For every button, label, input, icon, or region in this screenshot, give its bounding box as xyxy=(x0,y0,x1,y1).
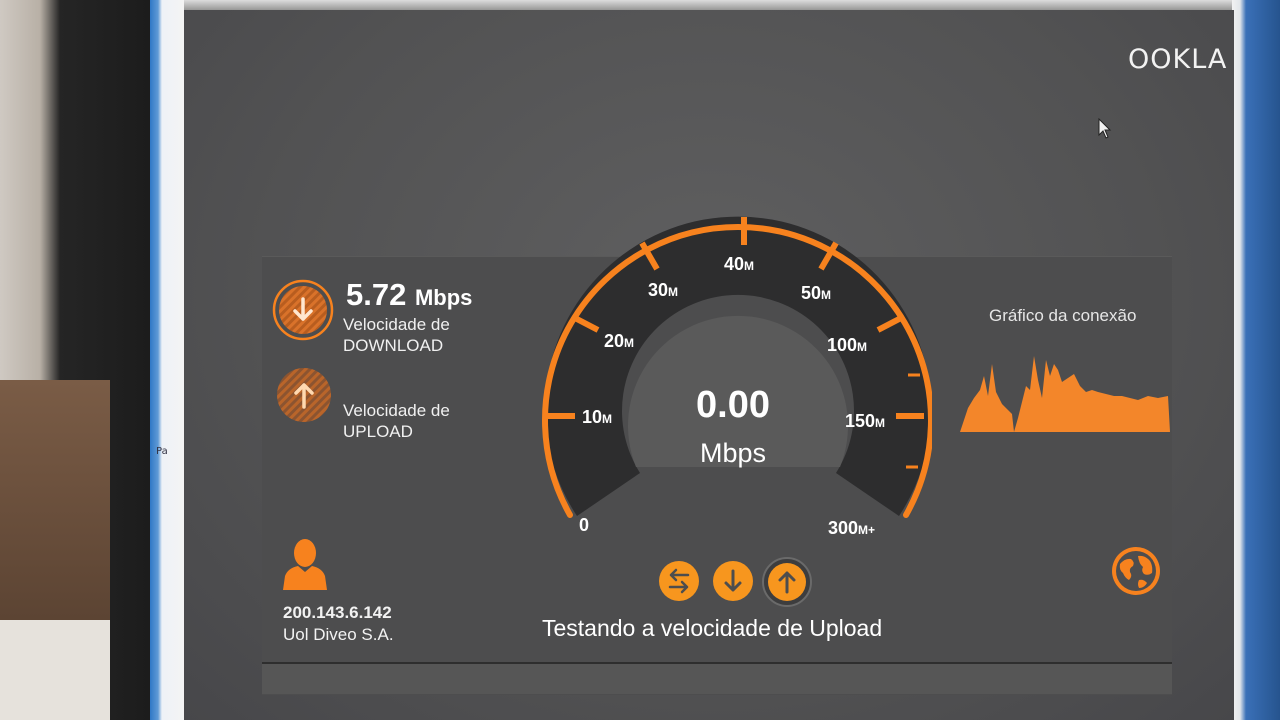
test-status-text: Testando a velocidade de Upload xyxy=(542,615,883,641)
gauge-tick-label: 50M xyxy=(801,283,832,303)
gauge-speed-unit: Mbps xyxy=(699,438,767,468)
panel-footer xyxy=(262,664,1172,694)
download-icon xyxy=(272,279,334,341)
speed-gauge xyxy=(542,216,932,518)
gauge-tick-label: 20M xyxy=(604,331,635,351)
upload-label-line1: Velocidade de xyxy=(343,401,450,420)
ookla-logo[interactable]: OOKLA xyxy=(1128,44,1227,75)
windows-taskbar-strip: Pa xyxy=(150,0,184,720)
monitor-bezel-left xyxy=(0,0,150,720)
connection-graph-title: Gráfico da conexão xyxy=(989,306,1137,325)
upload-icon xyxy=(277,368,331,422)
gauge-tick-label: 150M xyxy=(845,411,886,431)
user-icon xyxy=(283,539,327,590)
swap-arrows-icon[interactable] xyxy=(658,560,700,602)
gauge-speed-value: 0.00 xyxy=(696,384,770,426)
download-speed-unit: Mbps xyxy=(414,285,473,310)
download-label-line1: Velocidade de xyxy=(343,315,450,334)
connection-graph xyxy=(960,356,1170,432)
gauge-tick-label: 100M xyxy=(827,335,868,355)
gauge-tick-label: 30M xyxy=(648,280,679,300)
upload-label-line2: UPLOAD xyxy=(343,422,413,441)
globe-icon[interactable] xyxy=(1111,546,1161,596)
gauge-tick-label: 10M xyxy=(582,407,613,427)
gauge-tick-label: 300M+ xyxy=(828,518,876,538)
upload-label: Velocidade de UPLOAD xyxy=(343,400,450,442)
gauge-tick-label: 0 xyxy=(579,515,590,535)
client-ip-address: 200.143.6.142 xyxy=(283,603,392,622)
paper-background xyxy=(0,620,110,720)
taskbar-text: Pa xyxy=(156,446,168,457)
download-speed-number: 5.72 xyxy=(346,277,407,312)
client-isp-name: Uol Diveo S.A. xyxy=(283,625,394,644)
arrow-down-icon[interactable] xyxy=(712,560,754,602)
desk-background xyxy=(0,380,110,620)
gauge-tick-label: 40M xyxy=(724,254,755,274)
mouse-cursor-icon xyxy=(1098,118,1112,139)
download-speed-value: 5.72 Mbps xyxy=(346,277,472,313)
download-label-line2: DOWNLOAD xyxy=(343,336,444,355)
arrow-up-icon[interactable] xyxy=(761,556,813,608)
download-label: Velocidade de DOWNLOAD xyxy=(343,314,450,356)
browser-scrollbar-edge[interactable] xyxy=(1232,0,1280,720)
